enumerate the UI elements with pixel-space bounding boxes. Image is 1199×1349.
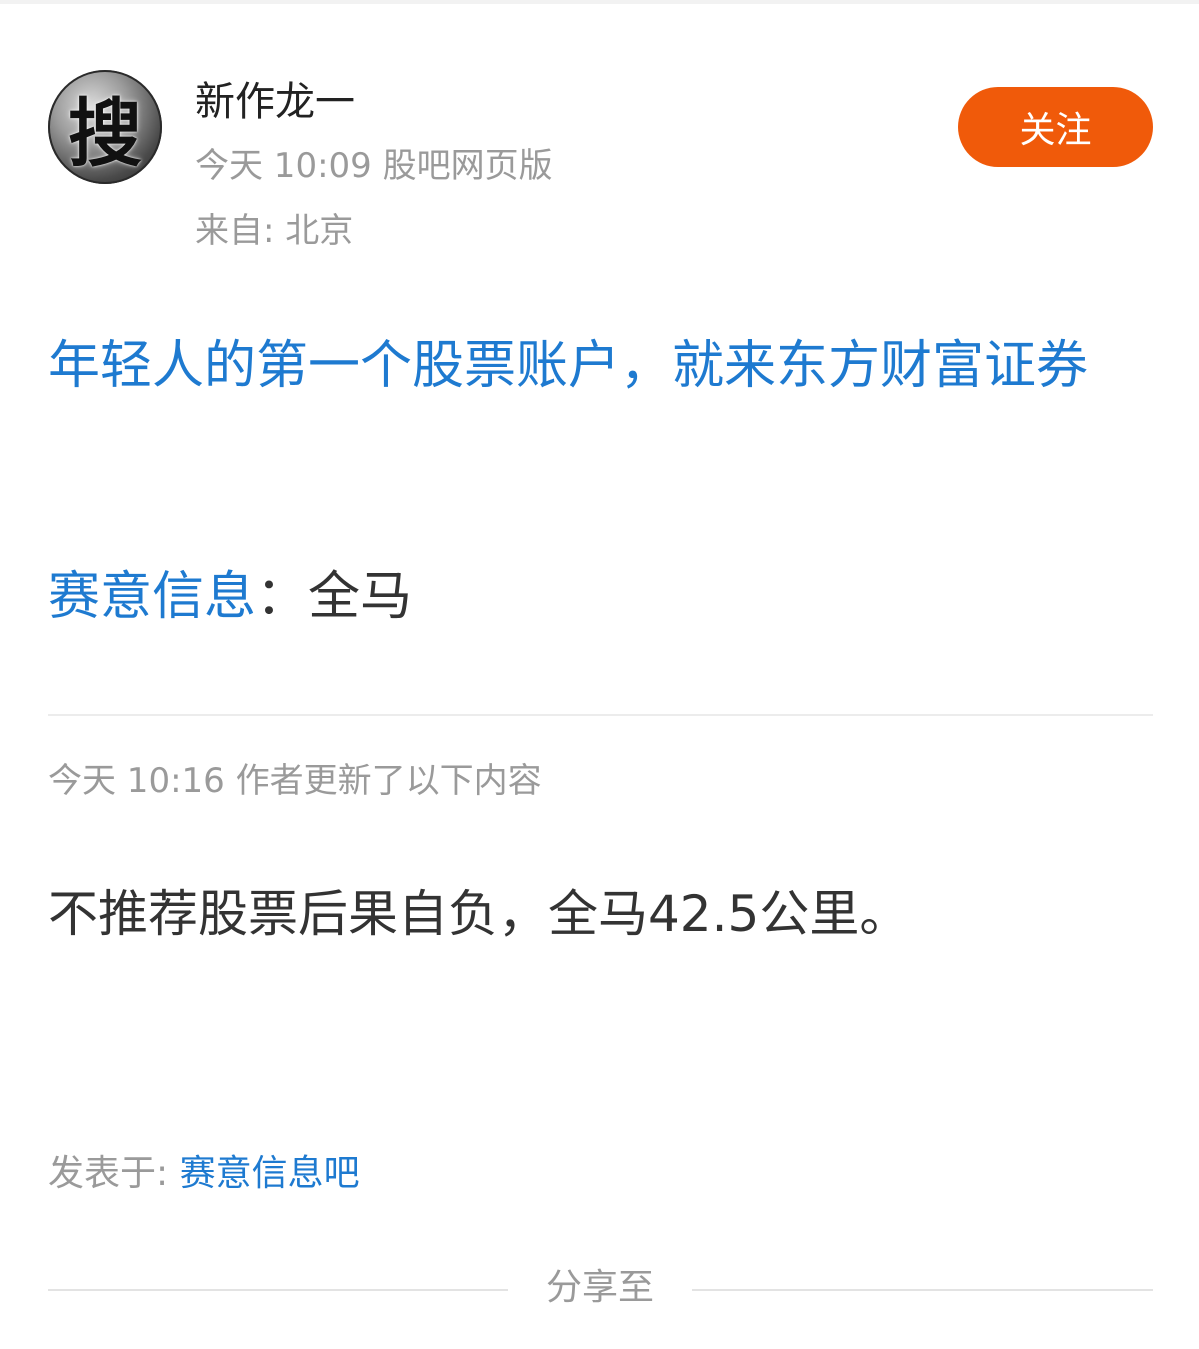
update-text: 不推荐股票后果自负，全马42.5公里。 <box>48 885 910 943</box>
post-meta: 今天 10:09 股吧网页版 <box>195 146 553 186</box>
follow-button[interactable]: 关注 <box>958 87 1153 167</box>
promo-link[interactable]: 年轻人的第一个股票账户，就来东方财富证券 <box>48 327 1158 405</box>
share-divider-left <box>48 1289 508 1291</box>
posted-in-label: 发表于: <box>48 1153 180 1194</box>
post-location: 来自: 北京 <box>195 211 354 251</box>
update-meta: 今天 10:16 作者更新了以下内容 <box>48 761 542 801</box>
share-label: 分享至 <box>545 1267 654 1308</box>
share-divider-right <box>692 1289 1153 1291</box>
avatar[interactable]: 搜 <box>48 70 162 184</box>
top-divider <box>0 0 1199 4</box>
content-divider <box>48 714 1153 716</box>
topic-line: 赛意信息：全马 <box>48 563 412 631</box>
author-name[interactable]: 新作龙一 <box>195 78 355 126</box>
forum-link[interactable]: 赛意信息吧 <box>180 1153 360 1194</box>
topic-separator: ： <box>256 567 309 627</box>
posted-in: 发表于: 赛意信息吧 <box>48 1150 360 1198</box>
topic-text: 全马 <box>308 567 413 627</box>
avatar-image: 搜 <box>68 90 142 177</box>
topic-name[interactable]: 赛意信息 <box>48 567 256 627</box>
